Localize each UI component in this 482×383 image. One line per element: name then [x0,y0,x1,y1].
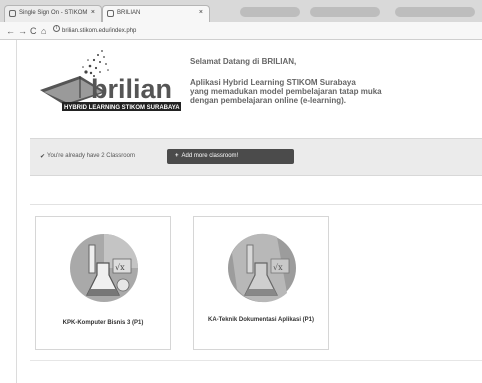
logo-wordmark: brilian [91,74,172,104]
logo-subtitle: HYBRID LEARNING STIKOM SURABAYA [64,105,180,111]
tagline-line: yang memadukan model pembelajaran tatap … [190,87,382,96]
browser-tab-brilian[interactable]: BRILIAN × [102,5,210,22]
classroom-card[interactable]: √x KA-Teknik Dokumentasi Aplikasi (P1) [193,216,329,350]
tab-label: BRILIAN [117,10,141,16]
page-border [16,40,17,383]
classroom-count-message: You're already have 2 Classroom [47,153,135,159]
browser-tab-sso[interactable]: Single Sign On - STIKOM × [4,5,102,22]
welcome-heading: Selamat Datang di BRILIAN, [190,57,297,66]
tab-label: Single Sign On - STIKOM [19,10,88,16]
back-icon[interactable]: ← [6,24,15,38]
page-content: brilian HYBRID LEARNING STIKOM SURABAYA … [0,40,482,383]
add-classroom-button[interactable]: + Add more classroom! [167,149,294,164]
lab-flask-icon: √x [70,234,138,302]
brilian-logo: brilian HYBRID LEARNING STIKOM SURABAYA [40,50,181,111]
tagline-line: dengan pembelajaran online (e-learning). [190,96,347,105]
url-field[interactable]: brilian.stikom.edu/index.php [62,26,136,36]
blurred-area [240,7,300,17]
lab-flask-icon: √x [228,233,296,303]
close-tab-icon[interactable]: × [199,9,203,16]
classroom-name[interactable]: KPK-Komputer Bisnis 3 (P1) [40,319,166,327]
blurred-area [310,7,380,17]
close-tab-icon[interactable]: × [91,9,95,16]
favicon-icon [107,10,114,17]
favicon-icon [9,10,16,17]
svg-text:√x: √x [273,263,283,272]
classroom-name[interactable]: KA-Teknik Dokumentasi Aplikasi (P1) [198,316,324,324]
info-icon[interactable]: i [53,25,60,32]
tagline: Aplikasi Hybrid Learning STIKOM Surabaya… [190,78,460,105]
plus-icon: + [175,153,179,159]
classroom-card[interactable]: √x KPK-Komputer Bisnis 3 (P1) [35,216,171,350]
browser-tab-bar: Single Sign On - STIKOM × BRILIAN × [0,0,482,22]
browser-address-bar: ← → C ⌂ i brilian.stikom.edu/index.php [0,22,482,40]
section-divider [30,204,482,205]
blurred-area [395,7,475,17]
reload-icon[interactable]: C [30,24,37,38]
add-classroom-label: Add more classroom! [181,153,239,159]
home-icon[interactable]: ⌂ [41,24,46,38]
tagline-line: Aplikasi Hybrid Learning STIKOM Surabaya [190,78,356,87]
svg-text:√x: √x [115,263,125,272]
check-icon: ✔ [40,154,46,160]
classroom-info-bar: ✔ You're already have 2 Classroom + Add m… [30,138,482,176]
forward-icon[interactable]: → [18,24,27,38]
section-divider [30,360,482,361]
